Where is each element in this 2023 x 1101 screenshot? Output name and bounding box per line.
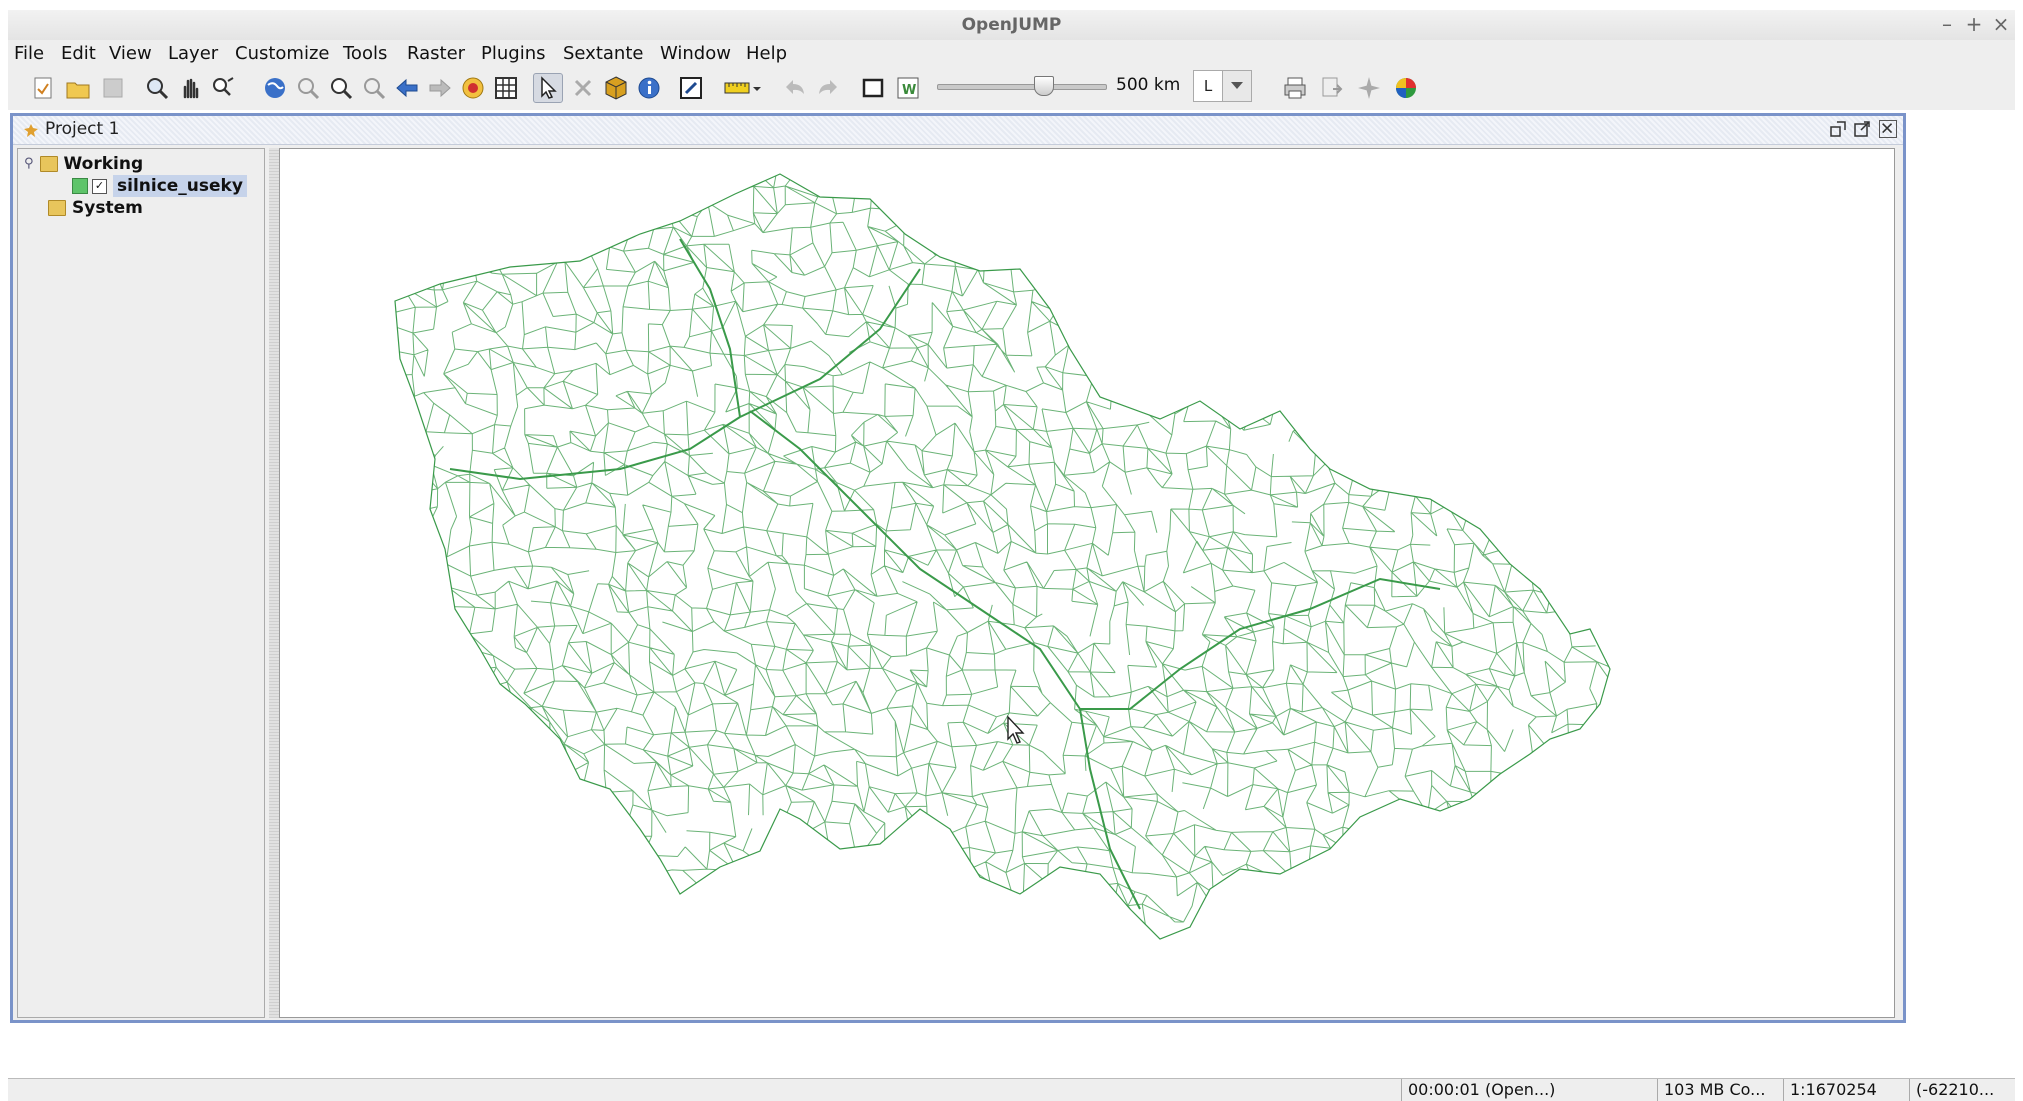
delete-features-icon[interactable]: [568, 73, 598, 103]
menu-customize[interactable]: Customize: [235, 40, 329, 68]
chevron-down-icon: [1231, 82, 1243, 89]
category-label-working: Working: [63, 154, 144, 174]
project-icon: [24, 124, 38, 137]
zoom-next-icon[interactable]: [425, 73, 455, 103]
zoom-realtime-icon[interactable]: [208, 73, 238, 103]
menu-help[interactable]: Help: [746, 40, 787, 68]
svg-text:W: W: [902, 83, 916, 98]
frame-icon[interactable]: [858, 73, 888, 103]
folder-icon: [48, 200, 66, 216]
redo-icon[interactable]: [813, 73, 843, 103]
select-features-icon[interactable]: [533, 73, 563, 103]
scale-unit-field[interactable]: L: [1193, 70, 1223, 102]
tree-layer-row[interactable]: ✓ silnice_useky: [72, 175, 247, 197]
status-timer: 00:00:01 (Open...): [1401, 1079, 1658, 1101]
map-tooltip-icon[interactable]: [458, 73, 488, 103]
menu-plugins[interactable]: Plugins: [481, 40, 545, 68]
menu-bar: File Edit View Layer Customize Tools Ras…: [8, 40, 2015, 68]
zoom-to-layer-icon[interactable]: [326, 73, 356, 103]
project-frame: Project 1 ⚲ Working ✓ silnice_useky Syst…: [10, 113, 1906, 1023]
layer-visibility-checkbox[interactable]: ✓: [92, 178, 107, 194]
attribute-table-icon[interactable]: [491, 73, 521, 103]
zoom-full-extent-icon[interactable]: [260, 73, 290, 103]
folder-icon: [39, 156, 58, 172]
collapse-toggle-icon[interactable]: ⚲: [24, 153, 34, 175]
layer-tree: ⚲ Working ✓ silnice_useky System: [17, 148, 265, 1018]
pan-icon[interactable]: [175, 73, 205, 103]
menu-edit[interactable]: Edit: [61, 40, 96, 68]
edit-toolbox-icon[interactable]: [676, 73, 706, 103]
menu-tools[interactable]: Tools: [343, 40, 387, 68]
status-scale: 1:1670254: [1783, 1079, 1910, 1101]
zoom-to-selected-icon[interactable]: [293, 73, 323, 103]
fence-icon[interactable]: [601, 73, 631, 103]
category-label-system: System: [72, 198, 143, 218]
menu-sextante[interactable]: Sextante: [563, 40, 643, 68]
measure-icon[interactable]: [721, 73, 765, 103]
scale-label: 500 km: [1116, 75, 1181, 95]
minimize-icon[interactable]: –: [1936, 12, 1958, 36]
map-view[interactable]: [279, 148, 1895, 1018]
info-icon[interactable]: [634, 73, 664, 103]
layer-name[interactable]: silnice_useky: [113, 175, 247, 197]
tree-category-working[interactable]: ⚲ Working: [24, 153, 143, 175]
save-project-icon[interactable]: [98, 73, 128, 103]
scale-slider-track[interactable]: [937, 84, 1107, 90]
scale-slider-thumb[interactable]: [1034, 76, 1054, 96]
window-title: OpenJUMP: [961, 15, 1062, 35]
status-coordinates: (-62210...: [1909, 1079, 2016, 1101]
close-icon[interactable]: ×: [1990, 12, 2012, 36]
project-title: Project 1: [45, 119, 120, 139]
menu-raster[interactable]: Raster: [407, 40, 465, 68]
print-icon[interactable]: [1280, 73, 1310, 103]
menu-window[interactable]: Window: [660, 40, 731, 68]
scale-dropdown-button[interactable]: [1222, 70, 1252, 102]
maximize-frame-icon[interactable]: [1853, 120, 1871, 138]
zoom-previous-icon[interactable]: [392, 73, 422, 103]
status-memory[interactable]: 103 MB Co...: [1657, 1079, 1784, 1101]
open-project-icon[interactable]: [63, 73, 93, 103]
project-header: Project 1: [13, 116, 1903, 145]
tree-category-system[interactable]: System: [48, 197, 143, 219]
menu-file[interactable]: File: [14, 40, 44, 68]
status-bar: 00:00:01 (Open...) 103 MB Co... 1:167025…: [8, 1078, 2015, 1101]
panel-splitter[interactable]: [269, 148, 279, 1018]
new-project-icon[interactable]: [28, 73, 58, 103]
road-network-map: [394, 173, 1611, 940]
undo-icon[interactable]: [780, 73, 810, 103]
export-icon[interactable]: [1317, 73, 1347, 103]
wms-icon[interactable]: W: [893, 73, 923, 103]
north-arrow-icon[interactable]: [1354, 73, 1384, 103]
window-title-bar: OpenJUMP – + ×: [8, 10, 2015, 41]
maximize-icon[interactable]: +: [1963, 12, 1985, 36]
menu-layer[interactable]: Layer: [168, 40, 218, 68]
restore-icon[interactable]: [1829, 120, 1847, 138]
zoom-icon[interactable]: [142, 73, 172, 103]
style-icon[interactable]: [1391, 73, 1421, 103]
menu-view[interactable]: View: [109, 40, 152, 68]
zoom-to-fence-icon[interactable]: [359, 73, 389, 103]
layer-color-swatch: [72, 178, 88, 194]
close-frame-icon[interactable]: [1879, 120, 1897, 138]
